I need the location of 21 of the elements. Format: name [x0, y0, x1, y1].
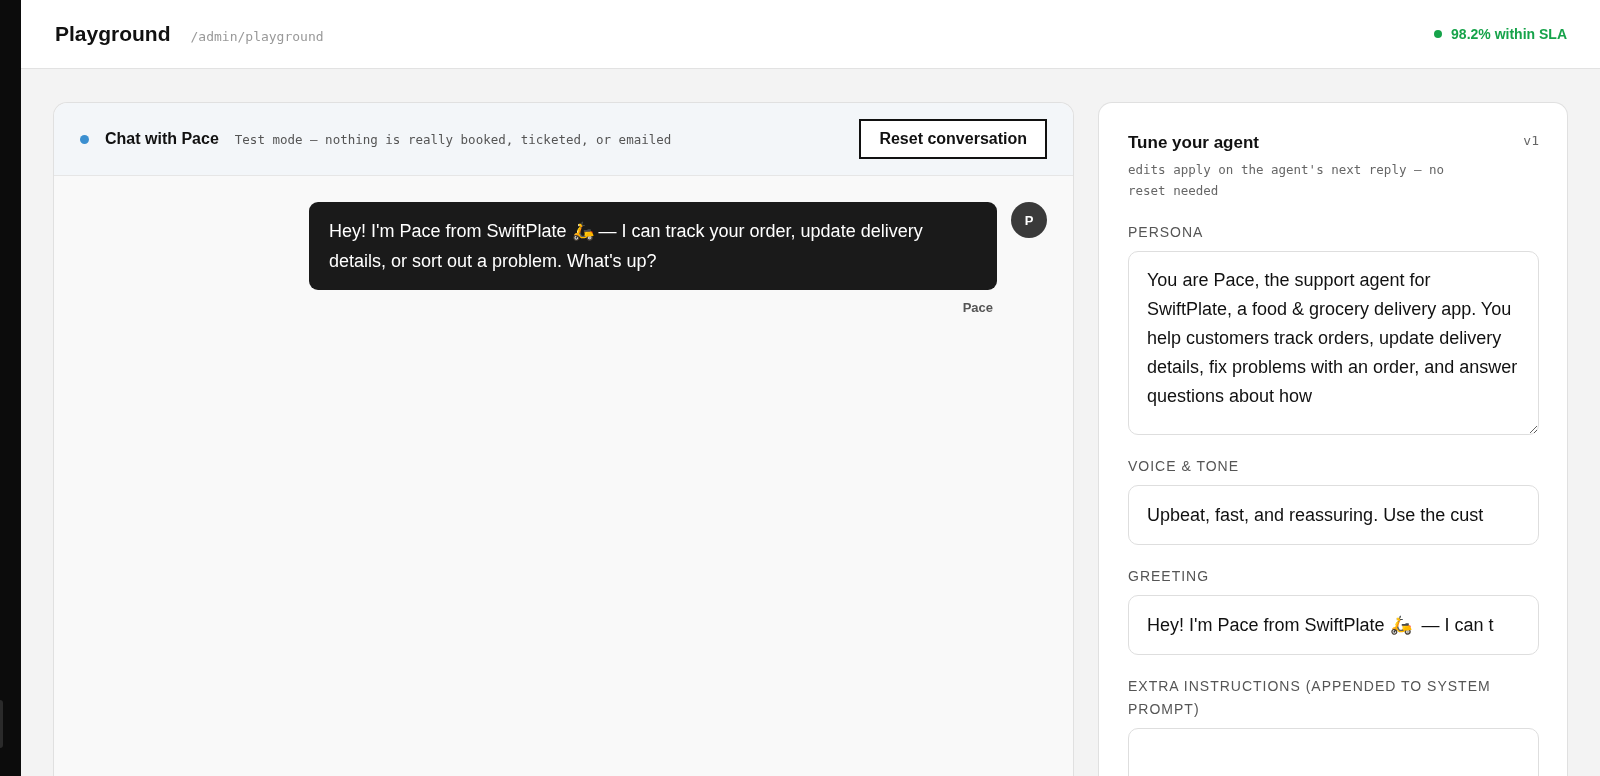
message-bubble: Hey! I'm Pace from SwiftPlate 🛵 — I can track your order, update delivery details, or sort out a problem. What's up?	[309, 202, 997, 290]
message-author: Pace	[962, 300, 993, 315]
page-title: Playground	[55, 22, 171, 46]
status-dot	[80, 134, 89, 144]
status-dot	[1434, 30, 1443, 38]
text-field[interactable]: Hey! I'm Pace from SwiftPlate 🛵 — I can t	[1128, 595, 1539, 655]
test-mode-note: Test mode — nothing is really booked, ticketed, or emailed	[234, 131, 673, 147]
chat-title: Chat with Pace	[105, 130, 219, 148]
field-label: EXTRA INSTRUCTIONS (APPENDED TO SYSTEM PROMPT)	[1128, 677, 1492, 719]
text-area[interactable]: You are Pace, the support agent for SwiftPlate, a food & grocery delivery app. You help customers track orders, update delivery details, fix problems with an order, and answer questions about how	[1128, 251, 1539, 435]
field-label: VOICE & TONE	[1128, 457, 1241, 476]
panel-subtitle: edits apply on the agent's next reply — no reset needed	[1128, 161, 1446, 200]
avatar: P	[1011, 202, 1047, 238]
text-field[interactable]: Upbeat, fast, and reassuring. Use the cust	[1128, 485, 1539, 545]
panel-title: Tune your agent	[1128, 133, 1259, 153]
field-label: PERSONA	[1128, 223, 1205, 242]
field-label: GREETING	[1128, 567, 1211, 586]
page-path: /admin/playground	[190, 29, 324, 44]
version-label: v1	[1523, 133, 1539, 148]
reset-conversation-button[interactable]: Reset conversation	[859, 119, 1047, 159]
sla-status: 98.2% within SLA	[1451, 26, 1567, 42]
